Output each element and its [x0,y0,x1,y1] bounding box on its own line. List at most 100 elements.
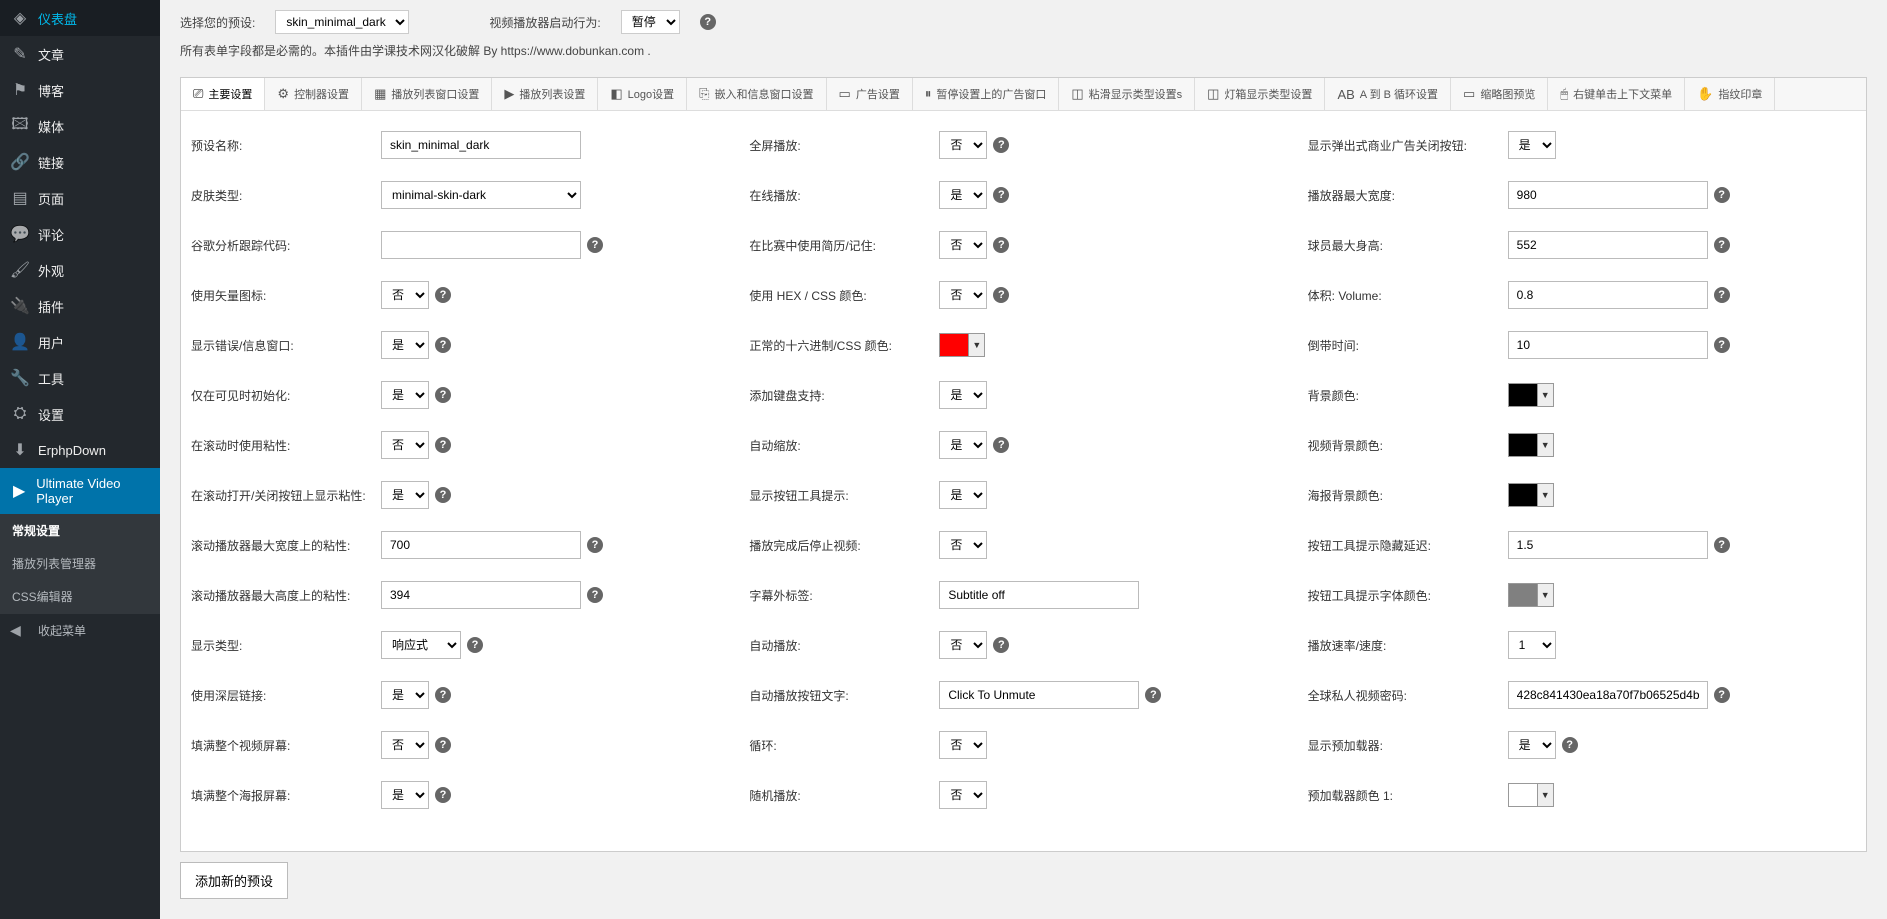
tab-2[interactable]: ▦播放列表窗口设置 [362,78,492,110]
help-icon[interactable]: ? [467,637,483,653]
help-icon[interactable]: ? [587,237,603,253]
select-input[interactable]: 否 [381,731,429,759]
sidebar-item-8[interactable]: 🔌插件 [0,288,160,324]
tab-7[interactable]: ⏸暂停设置上的广告窗口 [913,78,1060,110]
help-icon[interactable]: ? [1714,237,1730,253]
select-input[interactable]: 是 [939,381,987,409]
sidebar-sub-item[interactable]: CSS编辑器 [0,580,160,613]
sidebar-item-9[interactable]: 👤用户 [0,324,160,360]
help-icon[interactable]: ? [435,437,451,453]
select-input[interactable]: 响应式 [381,631,461,659]
select-input[interactable]: 1 [1508,631,1556,659]
select-input[interactable]: 是 [381,781,429,809]
color-picker[interactable]: ▼ [939,333,985,357]
select-input[interactable]: 否 [939,281,987,309]
sidebar-item-11[interactable]: ⛭设置 [0,396,160,432]
color-picker[interactable]: ▼ [1508,583,1554,607]
help-icon[interactable]: ? [700,14,716,30]
help-icon[interactable]: ? [587,537,603,553]
help-icon[interactable]: ? [1714,537,1730,553]
color-picker[interactable]: ▼ [1508,783,1554,807]
text-input[interactable] [381,531,581,559]
help-icon[interactable]: ? [435,337,451,353]
tab-9[interactable]: ◫灯箱显示类型设置 [1195,78,1325,110]
help-icon[interactable]: ? [993,287,1009,303]
select-input[interactable]: 是 [381,481,429,509]
color-picker[interactable]: ▼ [1508,383,1554,407]
help-icon[interactable]: ? [1714,287,1730,303]
sidebar-item-13[interactable]: ▶Ultimate Video Player [0,468,160,514]
collapse-menu[interactable]: ◀收起菜单 [0,613,160,647]
tab-3[interactable]: ▶播放列表设置 [492,78,598,110]
sidebar-item-5[interactable]: ▤页面 [0,180,160,216]
select-input[interactable]: 是 [381,381,429,409]
select-input[interactable]: 否 [381,281,429,309]
tab-0[interactable]: ⎚主要设置 [181,78,265,111]
sidebar-item-0[interactable]: ◈仪表盘 [0,0,160,36]
select-input[interactable]: 否 [939,531,987,559]
text-input[interactable] [1508,681,1708,709]
help-icon[interactable]: ? [435,387,451,403]
select-input[interactable]: minimal-skin-dark [381,181,581,209]
help-icon[interactable]: ? [435,487,451,503]
help-icon[interactable]: ? [1145,687,1161,703]
startup-behavior-select[interactable]: 暂停 [621,10,680,34]
help-icon[interactable]: ? [1714,337,1730,353]
select-input[interactable]: 否 [381,431,429,459]
text-input[interactable] [1508,531,1708,559]
help-icon[interactable]: ? [435,787,451,803]
select-input[interactable]: 是 [1508,131,1556,159]
sidebar-item-12[interactable]: ⬇ErphpDown [0,432,160,468]
help-icon[interactable]: ? [435,737,451,753]
help-icon[interactable]: ? [1714,187,1730,203]
select-input[interactable]: 是 [381,681,429,709]
tab-4[interactable]: ◧Logo设置 [598,78,687,110]
text-input[interactable] [1508,231,1708,259]
select-input[interactable]: 是 [381,331,429,359]
preset-select[interactable]: skin_minimal_dark [275,10,409,34]
help-icon[interactable]: ? [993,137,1009,153]
tab-1[interactable]: ⚙控制器设置 [265,78,362,110]
tab-13[interactable]: ✋指纹印章 [1685,78,1775,110]
add-preset-button[interactable]: 添加新的预设 [180,862,288,899]
sidebar-sub-item[interactable]: 播放列表管理器 [0,547,160,580]
text-input[interactable] [381,581,581,609]
select-input[interactable]: 是 [939,481,987,509]
sidebar-item-6[interactable]: 💬评论 [0,216,160,252]
tab-12[interactable]: 🖱右键单击上下文菜单 [1548,78,1685,110]
sidebar-item-2[interactable]: ⚑博客 [0,72,160,108]
help-icon[interactable]: ? [993,637,1009,653]
tab-5[interactable]: ⎘嵌入和信息窗口设置 [687,78,826,110]
text-input[interactable] [1508,281,1708,309]
sidebar-item-10[interactable]: 🔧工具 [0,360,160,396]
sidebar-item-7[interactable]: 🖌外观 [0,252,160,288]
color-picker[interactable]: ▼ [1508,483,1554,507]
sidebar-item-1[interactable]: ✎文章 [0,36,160,72]
select-input[interactable]: 否 [939,781,987,809]
text-input[interactable] [1508,331,1708,359]
select-input[interactable]: 否 [939,131,987,159]
sidebar-item-4[interactable]: 🔗链接 [0,144,160,180]
tab-10[interactable]: ABA 到 B 循环设置 [1325,78,1451,110]
color-picker[interactable]: ▼ [1508,433,1554,457]
help-icon[interactable]: ? [587,587,603,603]
help-icon[interactable]: ? [993,437,1009,453]
select-input[interactable]: 是 [939,181,987,209]
select-input[interactable]: 否 [939,631,987,659]
text-input[interactable] [939,581,1139,609]
help-icon[interactable]: ? [1714,687,1730,703]
select-input[interactable]: 是 [1508,731,1556,759]
select-input[interactable]: 是 [939,431,987,459]
select-input[interactable]: 否 [939,231,987,259]
select-input[interactable]: 否 [939,731,987,759]
help-icon[interactable]: ? [1562,737,1578,753]
text-input[interactable] [1508,181,1708,209]
help-icon[interactable]: ? [435,287,451,303]
text-input[interactable] [381,131,581,159]
text-input[interactable] [939,681,1139,709]
tab-6[interactable]: ▭广告设置 [827,78,913,110]
sidebar-item-3[interactable]: 🖾媒体 [0,108,160,144]
text-input[interactable] [381,231,581,259]
tab-11[interactable]: ▭缩略图预览 [1451,78,1548,110]
help-icon[interactable]: ? [993,237,1009,253]
